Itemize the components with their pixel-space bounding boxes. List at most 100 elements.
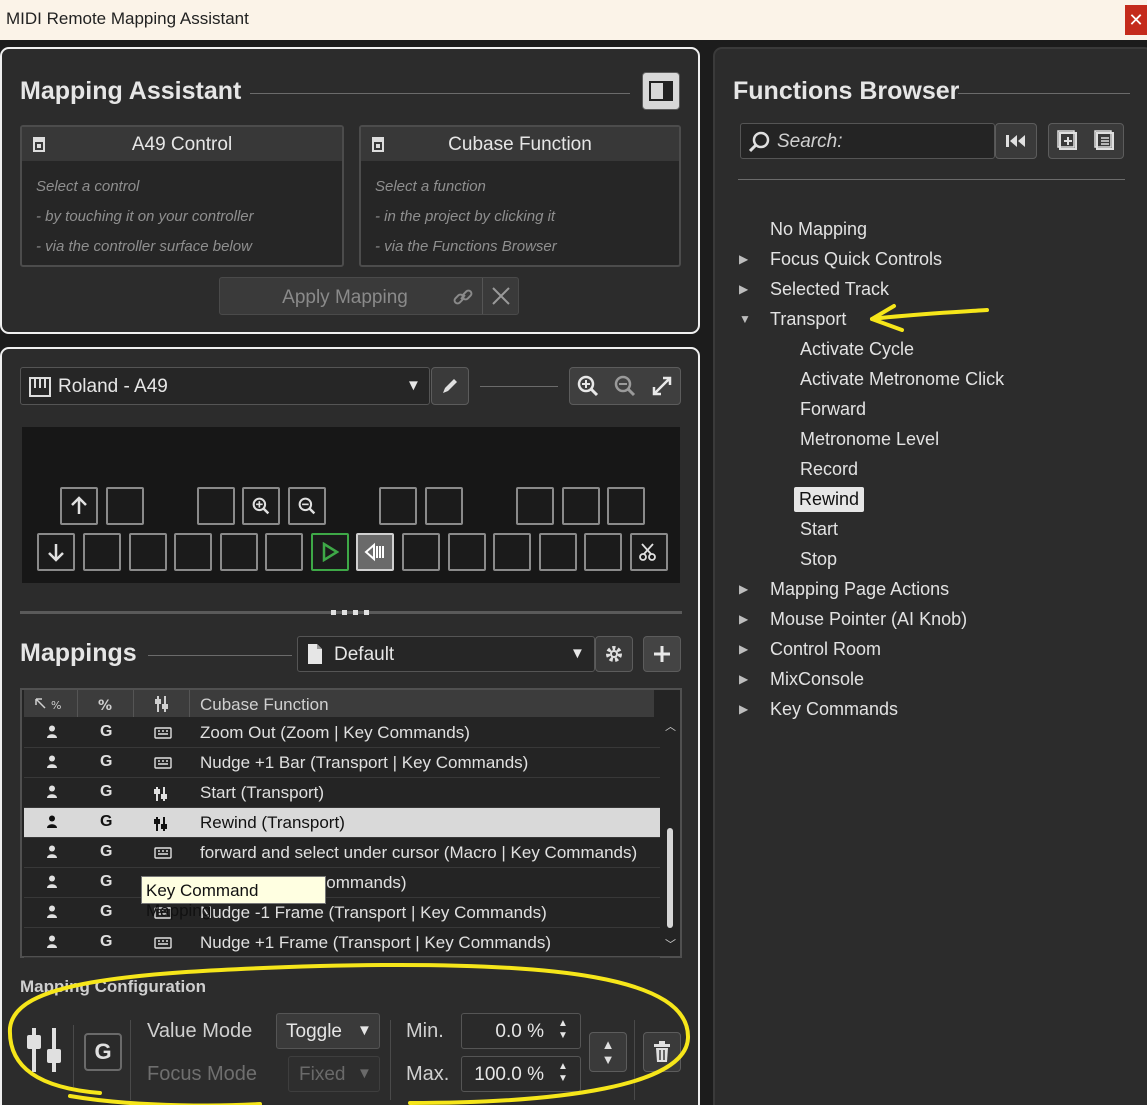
surface-button[interactable] — [562, 487, 600, 525]
surface-button[interactable] — [265, 533, 303, 571]
user-icon — [46, 725, 58, 744]
control-card[interactable]: A49 Control Select a control - by touchi… — [20, 125, 344, 267]
tree-item[interactable]: Start — [800, 519, 838, 540]
tree-item[interactable]: Stop — [800, 549, 837, 570]
tree-item[interactable]: MixConsole — [770, 669, 864, 690]
column-user[interactable]: % — [24, 690, 78, 717]
zoom-out-icon[interactable] — [614, 375, 636, 397]
expand-all-icon[interactable] — [1056, 130, 1079, 152]
collapsed-arrow-icon[interactable]: ▶ — [739, 282, 748, 296]
splitter-handle[interactable] — [331, 610, 369, 616]
collapsed-arrow-icon[interactable]: ▶ — [739, 702, 748, 716]
controller-select[interactable]: Roland - A49 ▼ — [20, 367, 430, 405]
table-row[interactable]: G Start (Transport) — [24, 778, 660, 808]
table-row[interactable]: G Nudge +1 Frame (Transport | Key Command… — [24, 928, 660, 958]
expanded-arrow-icon[interactable]: ▼ — [739, 312, 751, 326]
tree-item[interactable]: Mapping Page Actions — [770, 579, 949, 600]
scissors-button[interactable] — [630, 533, 668, 571]
function-card[interactable]: Cubase Function Select a function - in t… — [359, 125, 681, 267]
page-settings-button[interactable] — [595, 636, 633, 672]
column-global[interactable]: % — [78, 690, 134, 717]
surface-button[interactable] — [425, 487, 463, 525]
column-type[interactable] — [134, 690, 190, 717]
zoom-in-button[interactable] — [242, 487, 280, 525]
keyboard-icon — [154, 936, 172, 954]
tree-item[interactable]: Record — [800, 459, 858, 480]
tree-item[interactable]: Mouse Pointer (AI Knob) — [770, 609, 967, 630]
table-row[interactable]: G Nudge +1 Bar (Transport | Key Commands) — [24, 748, 660, 778]
global-badge: G — [100, 723, 113, 740]
table-row[interactable]: G Rewind (Transport) — [24, 808, 660, 838]
scroll-down-icon[interactable]: ﹀ — [665, 936, 676, 952]
table-scrollbar[interactable]: ︿ ﹀ — [664, 718, 678, 954]
collapsed-arrow-icon[interactable]: ▶ — [739, 582, 748, 596]
surface-button[interactable] — [516, 487, 554, 525]
annotation-ellipse — [7, 962, 691, 1105]
table-row[interactable]: Gforward and select under cursor (Macro … — [24, 838, 660, 868]
collapse-all-icon[interactable] — [1093, 130, 1116, 152]
row-function: Nudge +1 Frame (Transport | Key Commands… — [200, 933, 551, 952]
collapsed-arrow-icon[interactable]: ▶ — [739, 672, 748, 686]
scroll-up-icon[interactable]: ︿ — [665, 718, 676, 734]
zoom-out-button[interactable] — [288, 487, 326, 525]
edit-controller-button[interactable] — [431, 367, 469, 405]
column-cubase-function[interactable]: Cubase Function — [200, 695, 329, 715]
scroll-thumb[interactable] — [667, 828, 673, 928]
rewind-button[interactable] — [356, 533, 394, 571]
collapsed-arrow-icon[interactable]: ▶ — [739, 612, 748, 626]
surface-button[interactable] — [106, 487, 144, 525]
up-arrow-button[interactable] — [60, 487, 98, 525]
apply-mapping-button[interactable]: Apply Mapping — [219, 277, 519, 315]
cancel-x-icon[interactable] — [482, 278, 518, 314]
tree-item[interactable]: Focus Quick Controls — [770, 249, 942, 270]
table-row[interactable]: G Zoom Out (Zoom | Key Commands) — [24, 718, 660, 748]
tree-item[interactable]: Activate Cycle — [800, 339, 914, 360]
fit-expand-icon[interactable] — [651, 375, 673, 397]
collapsed-arrow-icon[interactable]: ▶ — [739, 642, 748, 656]
mapping-page-select[interactable]: Default ▼ — [297, 636, 595, 672]
tree-item[interactable]: Transport — [770, 309, 846, 330]
tree-item[interactable]: Activate Metronome Click — [800, 369, 1004, 390]
tree-item[interactable]: Rewind — [794, 487, 865, 512]
tree-item[interactable]: Selected Track — [770, 279, 889, 300]
close-button[interactable]: ✕ — [1125, 5, 1147, 35]
tree-item[interactable]: Forward — [800, 399, 866, 420]
down-arrow-button[interactable] — [37, 533, 75, 571]
surface-button[interactable] — [174, 533, 212, 571]
table-row[interactable]: G Nudge -1 Frame (Transport | Key Command… — [24, 898, 660, 928]
play-button[interactable] — [311, 533, 349, 571]
add-page-button[interactable] — [643, 636, 681, 672]
browser-tools — [1048, 123, 1124, 159]
keyboard-icon — [154, 756, 172, 774]
zoom-in-icon[interactable] — [577, 375, 599, 397]
collapsed-arrow-icon[interactable]: ▶ — [739, 252, 748, 266]
table-row[interactable]: GCut (Edit | Key Commands) — [24, 868, 660, 898]
function-card-title: Cubase Function — [448, 134, 592, 155]
tree-item[interactable]: Key Commands — [770, 699, 898, 720]
zoom-toolbar — [569, 367, 681, 405]
control-card-title: A49 Control — [131, 134, 233, 155]
row-function: forward and select under cursor (Macro |… — [200, 843, 638, 862]
panel-toggle-button[interactable] — [642, 72, 680, 110]
surface-button[interactable] — [129, 533, 167, 571]
surface-button[interactable] — [448, 533, 486, 571]
surface-button[interactable] — [493, 533, 531, 571]
search-icon — [748, 131, 771, 158]
tree-item[interactable]: Metronome Level — [800, 429, 939, 450]
function-search-input[interactable]: Search: — [740, 123, 995, 159]
tree-item[interactable]: No Mapping — [770, 219, 867, 240]
tooltip: Key Command Mapping — [141, 876, 326, 920]
surface-button[interactable] — [584, 533, 622, 571]
surface-button[interactable] — [197, 487, 235, 525]
surface-button[interactable] — [539, 533, 577, 571]
surface-button[interactable] — [607, 487, 645, 525]
arrow-down-icon — [48, 544, 64, 562]
surface-button[interactable] — [220, 533, 258, 571]
surface-button[interactable] — [379, 487, 417, 525]
surface-button[interactable] — [402, 533, 440, 571]
tree-item[interactable]: Control Room — [770, 639, 881, 660]
reset-search-button[interactable] — [995, 123, 1037, 159]
function-hint-2: - in the project by clicking it — [375, 208, 556, 225]
surface-button[interactable] — [83, 533, 121, 571]
chevron-down-icon: ▼ — [570, 645, 585, 662]
